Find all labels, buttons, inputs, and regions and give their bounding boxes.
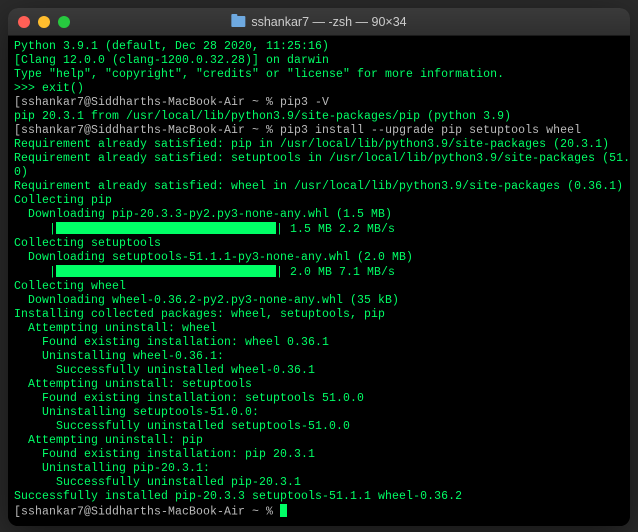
progress-prefix: |	[14, 266, 56, 279]
output-line: Collecting wheel	[14, 280, 126, 293]
output-line: Attempting uninstall: wheel	[14, 322, 217, 335]
window-title: sshankar7 — -zsh — 90×34	[231, 15, 406, 29]
output-line: Uninstalling setuptools-51.0.0:	[14, 406, 259, 419]
progress-bar	[56, 265, 276, 277]
output-line: Collecting pip	[14, 194, 112, 207]
output-line: Successfully uninstalled wheel-0.36.1	[14, 364, 315, 377]
command-text: pip3 -V	[280, 96, 329, 109]
progress-prefix: |	[14, 223, 56, 236]
command-text: pip3 install --upgrade pip setuptools wh…	[280, 124, 581, 137]
title-text: sshankar7 — -zsh — 90×34	[251, 15, 406, 29]
close-button[interactable]	[18, 16, 30, 28]
output-line: Python 3.9.1 (default, Dec 28 2020, 11:2…	[14, 40, 329, 53]
output-line: Found existing installation: setuptools …	[14, 392, 364, 405]
output-line: Type "help", "copyright", "credits" or "…	[14, 68, 504, 81]
output-line: Attempting uninstall: setuptools	[14, 378, 252, 391]
output-line: >>> exit()	[14, 82, 84, 95]
output-line: Successfully uninstalled setuptools-51.0…	[14, 420, 350, 433]
prompt: [sshankar7@Siddharths-MacBook-Air ~ %	[14, 506, 280, 519]
output-line: Requirement already satisfied: wheel in …	[14, 180, 623, 193]
output-line: Installing collected packages: wheel, se…	[14, 308, 385, 321]
output-line: 0)	[14, 166, 28, 179]
minimize-button[interactable]	[38, 16, 50, 28]
output-line: Downloading pip-20.3.3-py2.py3-none-any.…	[14, 208, 392, 221]
terminal-content[interactable]: Python 3.9.1 (default, Dec 28 2020, 11:2…	[8, 36, 630, 526]
progress-suffix: | 2.0 MB 7.1 MB/s	[276, 266, 395, 279]
traffic-lights	[18, 16, 70, 28]
prompt: [sshankar7@Siddharths-MacBook-Air ~ %	[14, 96, 280, 109]
output-line: [Clang 12.0.0 (clang-1200.0.32.28)] on d…	[14, 54, 329, 67]
output-line: Downloading wheel-0.36.2-py2.py3-none-an…	[14, 294, 399, 307]
terminal-window: sshankar7 — -zsh — 90×34 Python 3.9.1 (d…	[8, 8, 630, 526]
output-line: Found existing installation: pip 20.3.1	[14, 448, 315, 461]
zoom-button[interactable]	[58, 16, 70, 28]
titlebar[interactable]: sshankar7 — -zsh — 90×34	[8, 8, 630, 36]
output-line: Attempting uninstall: pip	[14, 434, 203, 447]
progress-bar	[56, 222, 276, 234]
output-line: Found existing installation: wheel 0.36.…	[14, 336, 329, 349]
output-line: Requirement already satisfied: pip in /u…	[14, 138, 609, 151]
output-line: Uninstalling pip-20.3.1:	[14, 462, 210, 475]
output-line: Downloading setuptools-51.1.1-py3-none-a…	[14, 251, 413, 264]
output-line: Successfully uninstalled pip-20.3.1	[14, 476, 301, 489]
folder-icon	[231, 16, 245, 27]
output-line: Uninstalling wheel-0.36.1:	[14, 350, 224, 363]
output-line: pip 20.3.1 from /usr/local/lib/python3.9…	[14, 110, 511, 123]
progress-suffix: | 1.5 MB 2.2 MB/s	[276, 223, 395, 236]
output-line: Requirement already satisfied: setuptool…	[14, 152, 630, 165]
output-line: Successfully installed pip-20.3.3 setupt…	[14, 490, 462, 503]
output-line: Collecting setuptools	[14, 237, 161, 250]
prompt: [sshankar7@Siddharths-MacBook-Air ~ %	[14, 124, 280, 137]
